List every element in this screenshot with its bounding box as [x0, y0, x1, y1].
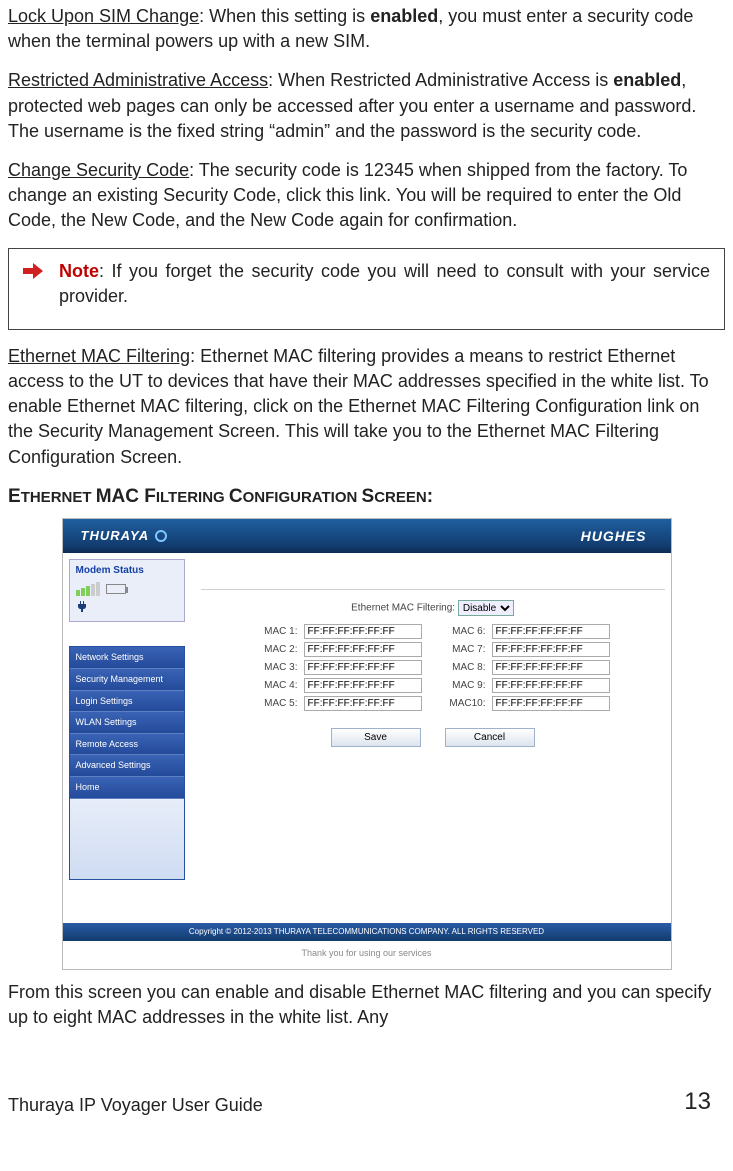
- mac-row-4: MAC 4:: [256, 678, 422, 693]
- mac-input-5[interactable]: [304, 696, 422, 711]
- thuraya-logo: THURAYA: [81, 527, 168, 545]
- save-button[interactable]: Save: [331, 728, 421, 747]
- para-lock: Lock Upon SIM Change: When this setting …: [8, 4, 725, 54]
- battery-icon: [106, 584, 126, 594]
- modem-status-panel: Modem Status: [69, 559, 185, 622]
- mac-input-1[interactable]: [304, 624, 422, 639]
- mac-input-7[interactable]: [492, 642, 610, 657]
- mac-row-10: MAC10:: [444, 696, 610, 711]
- heading-mac-filter-screen: ETHERNET MAC FILTERING CONFIGURATION SCR…: [8, 484, 725, 511]
- page-footer: Thuraya IP Voyager User Guide 13: [8, 1067, 725, 1119]
- nav-network-settings[interactable]: Network Settings: [70, 647, 184, 669]
- mac-input-9[interactable]: [492, 678, 610, 693]
- mac-row-6: MAC 6:: [444, 624, 610, 639]
- para-post: From this screen you can enable and disa…: [8, 980, 725, 1030]
- footer-title: Thuraya IP Voyager User Guide: [8, 1093, 263, 1118]
- note-box: Note: If you forget the security code yo…: [8, 248, 725, 330]
- para-csc: Change Security Code: The security code …: [8, 158, 725, 234]
- mac-row-5: MAC 5:: [256, 696, 422, 711]
- mac-input-8[interactable]: [492, 660, 610, 675]
- nav-tail: [70, 799, 184, 879]
- mac-row-1: MAC 1:: [256, 624, 422, 639]
- nav-advanced-settings[interactable]: Advanced Settings: [70, 755, 184, 777]
- emf-title: Ethernet MAC Filtering: [8, 346, 190, 366]
- mac-grid: MAC 1: MAC 2: MAC 3: MAC 4: MAC 5: MAC 6…: [201, 624, 665, 714]
- nav-wlan-settings[interactable]: WLAN Settings: [70, 712, 184, 734]
- mac-input-10[interactable]: [492, 696, 610, 711]
- para-raa: Restricted Administrative Access: When R…: [8, 68, 725, 144]
- main-panel: Ethernet MAC Filtering: Disable MAC 1: M…: [191, 553, 671, 923]
- cancel-button[interactable]: Cancel: [445, 728, 535, 747]
- sidebar: Modem Status Network Settings Security M…: [63, 553, 191, 923]
- hughes-logo: HUGHES: [581, 527, 647, 547]
- mac-input-2[interactable]: [304, 642, 422, 657]
- mac-filter-select[interactable]: Disable: [458, 600, 514, 616]
- mac-filter-row: Ethernet MAC Filtering: Disable: [201, 600, 665, 616]
- mac-row-9: MAC 9:: [444, 678, 610, 693]
- mac-input-4[interactable]: [304, 678, 422, 693]
- ui-header: THURAYA HUGHES: [63, 519, 671, 553]
- nav-security-management[interactable]: Security Management: [70, 669, 184, 691]
- modem-status-title: Modem Status: [76, 564, 178, 578]
- globe-icon: [155, 530, 167, 542]
- plug-icon: [76, 599, 178, 613]
- arrow-right-icon: [23, 262, 43, 287]
- nav-login-settings[interactable]: Login Settings: [70, 691, 184, 713]
- signal-icon: [76, 582, 100, 596]
- mac-row-8: MAC 8:: [444, 660, 610, 675]
- lock-title: Lock Upon SIM Change: [8, 6, 199, 26]
- page-number: 13: [684, 1085, 711, 1119]
- mac-row-2: MAC 2:: [256, 642, 422, 657]
- nav-home[interactable]: Home: [70, 777, 184, 799]
- nav-menu: Network Settings Security Management Log…: [69, 646, 185, 879]
- ui-thanks: Thank you for using our services: [63, 941, 671, 970]
- mac-row-3: MAC 3:: [256, 660, 422, 675]
- mac-input-3[interactable]: [304, 660, 422, 675]
- mac-row-7: MAC 7:: [444, 642, 610, 657]
- mac-filter-label: Ethernet MAC Filtering:: [351, 603, 455, 614]
- ui-copyright-bar: Copyright © 2012-2013 THURAYA TELECOMMUN…: [63, 923, 671, 940]
- para-emf: Ethernet MAC Filtering: Ethernet MAC fil…: [8, 344, 725, 470]
- note-text: Note: If you forget the security code yo…: [59, 259, 710, 309]
- raa-title: Restricted Administrative Access: [8, 70, 268, 90]
- csc-title: Change Security Code: [8, 160, 189, 180]
- screenshot-mac-filtering: THURAYA HUGHES Modem Status Net: [62, 518, 672, 970]
- mac-input-6[interactable]: [492, 624, 610, 639]
- nav-remote-access[interactable]: Remote Access: [70, 734, 184, 756]
